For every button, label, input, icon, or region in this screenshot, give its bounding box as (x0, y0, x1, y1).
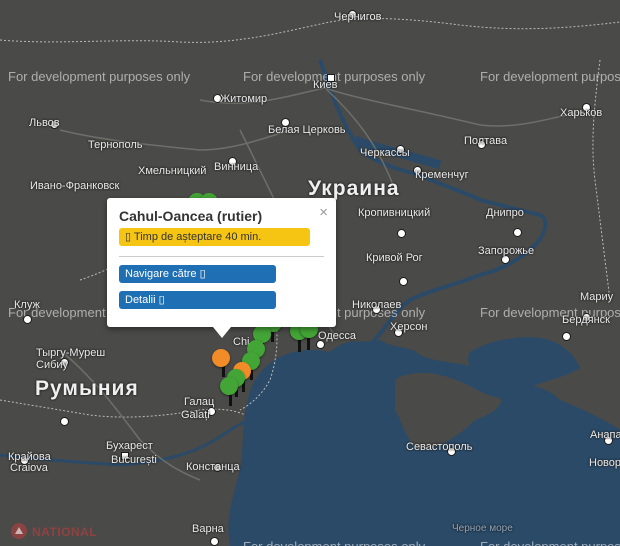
city-dot (399, 277, 408, 286)
country-label: Румыния (35, 377, 139, 400)
city-dot (513, 228, 522, 237)
city-label: Одесса (318, 330, 356, 342)
city-dot (562, 332, 571, 341)
city-label: Бухарест (106, 440, 153, 452)
watermark: For development purposes only (8, 69, 191, 84)
city-label: Днипро (486, 207, 524, 219)
wait-time-badge: ▯ Timp de așteptare 40 min. (119, 228, 310, 246)
city-label: Полтава (464, 135, 508, 147)
logo-icon (11, 523, 27, 539)
city-label: Кременчуг (415, 169, 469, 181)
city-label: Запорожье (478, 245, 535, 257)
border-crossing-marker[interactable] (220, 377, 238, 395)
details-icon: ▯ (158, 294, 165, 306)
city-dot (210, 537, 219, 546)
city-label: Новор (589, 457, 620, 469)
marker-stem (298, 340, 301, 352)
city-label: București (111, 454, 157, 466)
national-logo: NATIONAL (10, 522, 97, 545)
clock-icon: ▯ (125, 231, 132, 243)
details-button[interactable]: Detalii ▯ (119, 291, 276, 309)
city-label: Винница (214, 161, 259, 173)
city-label: Клуж (14, 299, 40, 311)
city-label: Анапа (590, 429, 620, 441)
navigate-button[interactable]: Navigare către ▯ (119, 265, 276, 283)
city-label: Хмельницкий (138, 165, 207, 177)
watermark: For development purposes only (243, 540, 425, 546)
city-label: Черкассы (360, 147, 410, 159)
city-label: Житомир (220, 93, 268, 105)
navigate-label: Navigare către (125, 268, 197, 280)
city-label: Львов (29, 117, 60, 129)
city-label: Варна (192, 523, 224, 535)
country-label: Украина (308, 177, 400, 200)
city-label: Кривой Рог (366, 252, 423, 264)
marker-stem (307, 338, 310, 350)
city-label: Харьков (560, 107, 603, 119)
city-label: Киев (313, 79, 338, 91)
city-label: Николаев (352, 299, 402, 311)
city-label: Херсон (390, 321, 428, 333)
marker-stem (229, 394, 232, 406)
logo-text: NATIONAL (32, 525, 98, 539)
city-label: Галац (184, 396, 215, 408)
city-label: Чернигов (334, 11, 382, 23)
city-label: Тыргу-Муреш (36, 347, 106, 359)
map-canvas[interactable]: For development purposes only For develo… (0, 0, 620, 546)
wait-time-text: Timp de așteptare 40 min. (133, 231, 262, 243)
crossing-popup: Cahul-Oancea (rutier) × ▯ Timp de aștept… (107, 198, 336, 338)
city-dot (397, 229, 406, 238)
city-label: Galați (181, 409, 210, 421)
sea-label: Черное море (452, 523, 513, 534)
city-label: Бердянск (562, 314, 610, 326)
city-label: Констанца (186, 461, 240, 473)
city-label: Craiova (10, 462, 48, 474)
close-icon[interactable]: × (319, 204, 328, 221)
popup-divider (119, 256, 324, 257)
popup-title: Cahul-Oancea (rutier) (119, 208, 263, 224)
watermark: For development purposes only (480, 69, 620, 84)
navigate-icon: ▯ (199, 268, 206, 280)
city-label: Кропивницкий (358, 207, 431, 219)
city-label: Севастополь (406, 441, 473, 453)
city-label: Мариу (580, 291, 614, 303)
city-label: Белая Церковь (268, 124, 346, 136)
border-crossing-marker-selected[interactable] (212, 349, 230, 367)
city-label: Ивано-Франковск (30, 180, 120, 192)
watermark: For development purposes only (480, 540, 620, 546)
city-label: Сибиу (36, 359, 69, 371)
city-label: Тернополь (88, 139, 143, 151)
city-dot (23, 315, 32, 324)
city-dot (60, 417, 69, 426)
details-label: Detalii (125, 294, 156, 306)
